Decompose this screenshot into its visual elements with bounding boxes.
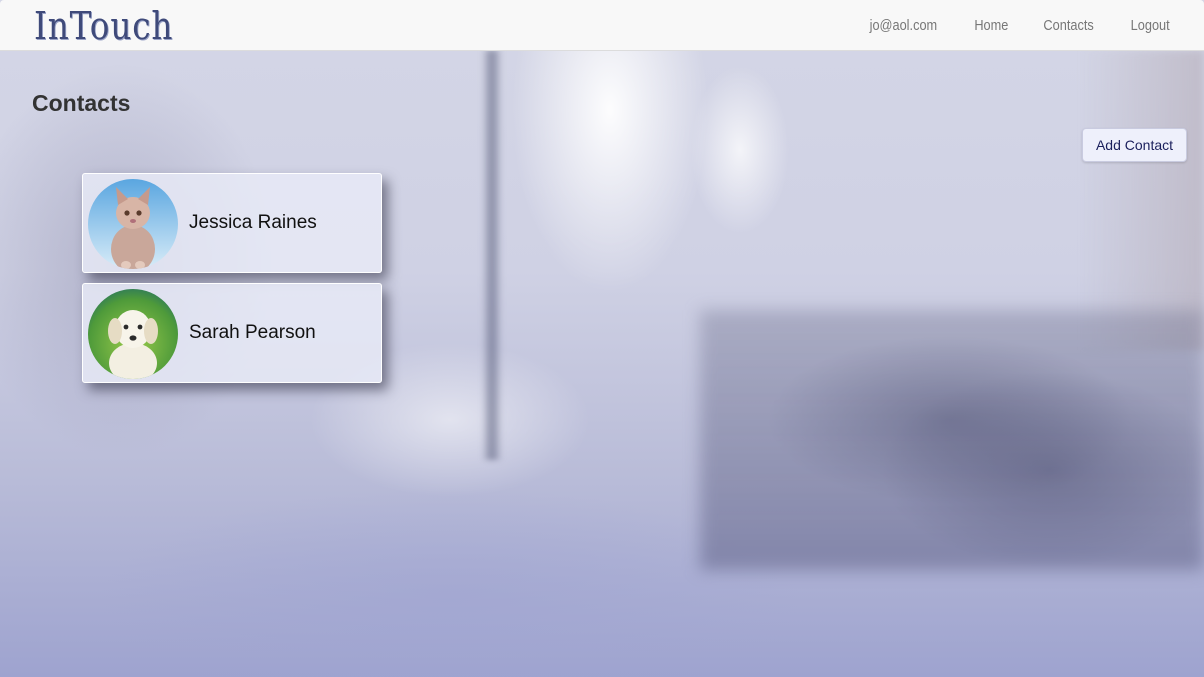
page-title: Contacts	[32, 90, 131, 116]
add-contact-button[interactable]: Add Contact	[1082, 128, 1187, 162]
contact-name: Jessica Raines	[189, 212, 317, 233]
contact-card-jessica-raines[interactable]: Jessica Raines	[82, 173, 382, 273]
puppy-avatar	[88, 289, 178, 379]
brand-logo[interactable]: InTouch	[34, 4, 173, 48]
kitten-avatar	[88, 179, 178, 269]
nav-link-contacts[interactable]: Contacts	[1044, 18, 1094, 34]
nav-link-user-email[interactable]: jo@aol.com	[870, 18, 938, 34]
contact-list: Jessica Raines Sarah Pearson	[82, 173, 382, 393]
contact-card-sarah-pearson[interactable]: Sarah Pearson	[82, 283, 382, 383]
background-pole	[483, 50, 501, 460]
background-fence	[700, 310, 1204, 570]
nav-links: jo@aol.com Home Contacts Logout	[835, 0, 1172, 51]
contact-name: Sarah Pearson	[189, 322, 316, 343]
nav-link-home[interactable]: Home	[974, 18, 1008, 34]
nav-link-logout[interactable]: Logout	[1130, 18, 1169, 34]
background-wall	[1080, 50, 1204, 350]
navbar: InTouch jo@aol.com Home Contacts Logout	[0, 0, 1204, 51]
